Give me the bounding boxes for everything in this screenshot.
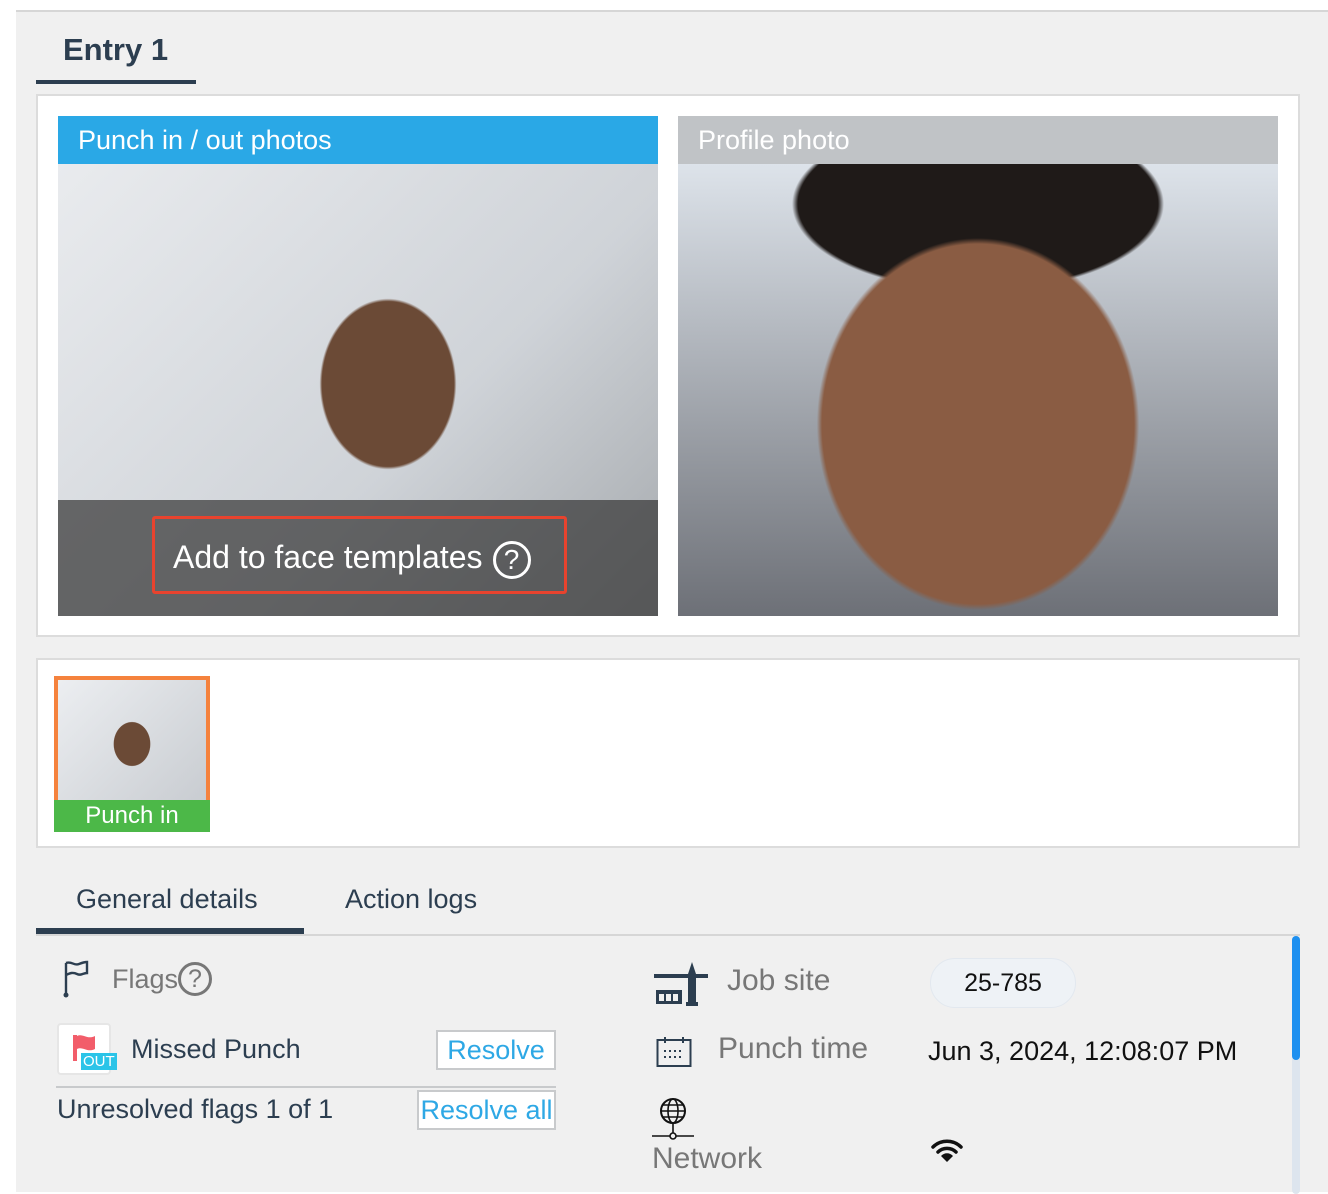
photo-overlay: Add to face templates? [58,500,658,616]
thumbnail-label: Punch in [54,800,210,832]
calendar-icon [656,1037,692,1067]
punch-time-label: Punch time [718,1032,869,1065]
entry-tab[interactable]: Entry 1 [36,12,196,84]
resolve-all-button[interactable]: Resolve all [417,1090,556,1130]
profile-photo-section: Profile photo [678,116,1278,616]
punch-photos-header: Punch in / out photos [58,116,658,164]
photos-panel: Punch in / out photos Add to face templa… [36,94,1300,637]
flags-help-icon[interactable]: ? [178,962,212,996]
tab-action-logs[interactable]: Action logs [345,884,477,915]
resolve-button[interactable]: Resolve [436,1030,556,1070]
punch-in-thumbnail[interactable]: Punch in [54,676,210,832]
wifi-icon [931,1139,963,1162]
unresolved-summary: Unresolved flags 1 of 1 [57,1094,334,1124]
flags-title: Flags [112,964,179,994]
punch-photo: Add to face templates? [58,164,658,616]
flag-name: Missed Punch [131,1034,301,1064]
punch-time-value: Jun 3, 2024, 12:08:07 PM [928,1036,1238,1066]
add-to-face-templates-button[interactable]: Add to face templates? [152,516,567,594]
missed-punch-flag-icon: OUT [57,1023,117,1075]
network-globe-icon [652,1098,694,1140]
job-site-label: Job site [727,964,831,997]
flag-icon [63,960,89,998]
out-badge: OUT [81,1053,117,1070]
tabs-divider [36,934,1300,936]
profile-photo-header: Profile photo [678,116,1278,164]
thumbnails-panel: Punch in [36,658,1300,848]
scrollbar-thumb[interactable] [1292,936,1300,1060]
job-site-crane-icon [654,962,708,1006]
network-label: Network [652,1142,763,1175]
help-icon[interactable]: ? [492,540,531,579]
punch-photos-section: Punch in / out photos Add to face templa… [58,116,658,616]
profile-photo [678,164,1278,616]
tab-general-details[interactable]: General details [36,884,304,934]
scrollbar[interactable] [1292,936,1300,1194]
entry-page: Entry 1 Punch in / out photos Add to fac… [16,10,1328,1194]
job-site-value[interactable]: 25-785 [930,958,1076,1008]
flags-divider [56,1086,556,1088]
add-to-face-templates-label: Add to face templates [173,539,483,575]
